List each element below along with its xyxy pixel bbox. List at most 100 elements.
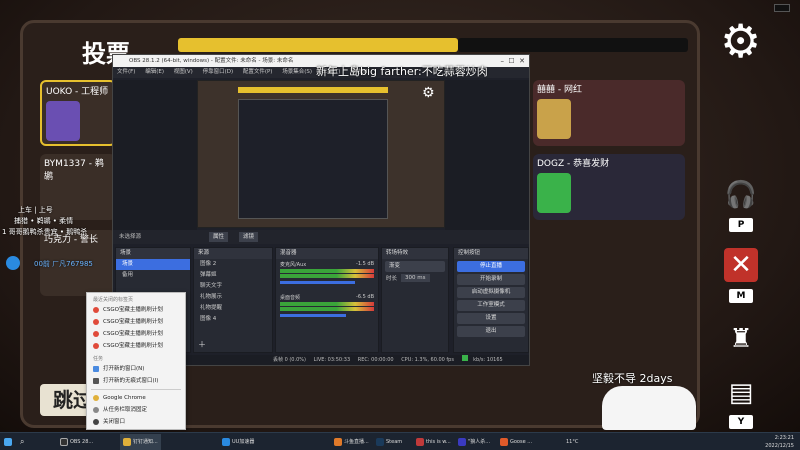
source-item[interactable]: 礼物提醒 — [194, 303, 272, 314]
player-name: 囍囍 - 网红 — [537, 85, 582, 95]
transition-select[interactable]: 渐变 — [385, 261, 445, 272]
source-item[interactable]: 弹幕姬 — [194, 270, 272, 281]
taskbar-item-werewolf[interactable]: "狼人杀... — [458, 434, 490, 450]
vote-timer-track — [458, 38, 688, 52]
volume-meter — [280, 274, 374, 278]
studio-mode-button[interactable]: 工作室模式 — [457, 300, 525, 311]
headphones-icon[interactable]: 🎧 — [724, 178, 758, 212]
vote-timer-bar — [178, 38, 458, 52]
chrome-icon — [123, 438, 131, 446]
preview-gear-icon: ⚙ — [422, 85, 435, 101]
source-add-icon[interactable]: ＋ — [198, 339, 206, 350]
taskbar-item-douyu[interactable]: 斗鱼直播... — [334, 434, 369, 450]
clock[interactable]: 2:23:21 2022/12/15 — [740, 434, 794, 450]
recent-tab-item[interactable]: CSGO宝藏主播刷刷计划 — [87, 340, 185, 352]
source-item[interactable]: 聊天文字 — [194, 281, 272, 292]
preview-right-margin — [445, 80, 529, 230]
filters-button[interactable]: 滤镜 — [239, 232, 259, 242]
start-button[interactable] — [4, 434, 14, 450]
duration-input[interactable]: 300 ms — [401, 274, 430, 282]
weather-widget[interactable]: 11°C — [566, 434, 578, 450]
virtual-camera-button[interactable]: 启动虚拟摄像机 — [457, 287, 525, 298]
obs-icon — [60, 438, 68, 446]
fullscreen-icon[interactable] — [774, 4, 790, 12]
properties-button[interactable]: 属性 — [209, 232, 229, 242]
mixer-dock: 混音器 麦克风/Aux -1.5 dB 桌面音频 -6.5 dB — [275, 247, 379, 353]
steam-icon — [376, 438, 384, 446]
key-hint: Y — [729, 415, 753, 429]
sources-dock: 来源 图像 2 弹幕姬 聊天文字 礼物展示 礼物提醒 图像 4 ＋ — [193, 247, 273, 353]
source-item[interactable]: 礼物展示 — [194, 292, 272, 303]
taskbar-item-chrome[interactable]: 钉钉通知... — [120, 434, 161, 450]
new-window-item[interactable]: 打开新的窗口(N) — [87, 363, 185, 375]
recent-tab-item[interactable]: CSGO宝藏主播刷刷计划 — [87, 328, 185, 340]
player-avatar — [46, 101, 80, 141]
transitions-dock: 转场特效 渐变 时长 300 ms — [381, 247, 449, 353]
no-source-label: 未选择源 — [119, 234, 142, 240]
volume-meter — [280, 269, 374, 273]
goose-icon — [500, 438, 508, 446]
taskbar-item-game[interactable]: this is w... — [416, 434, 451, 450]
window-controls[interactable]: – ☐ ✕ — [483, 55, 529, 67]
player-card[interactable]: UOKO - 工程师 — [40, 80, 116, 146]
source-item[interactable]: 图像 2 — [194, 259, 272, 270]
rec-time: REC: 00:00:00 — [357, 357, 394, 363]
report-icon[interactable]: ♜ — [724, 322, 758, 356]
danmaku-message: 00前 ㄏ凡767985 — [34, 260, 93, 268]
scenes-title: 场景 — [116, 248, 190, 259]
volume-slider[interactable] — [280, 314, 346, 317]
menu-file[interactable]: 文件(F) — [117, 69, 135, 75]
exit-button[interactable]: 退出 — [457, 326, 525, 337]
mixer-channel-name: 麦克风/Aux — [280, 262, 307, 268]
gear-icon[interactable]: ⚙ — [720, 18, 761, 64]
windows-icon — [4, 438, 12, 446]
mixer-channel-name: 桌面音频 — [280, 295, 301, 301]
start-recording-button[interactable]: 开始录制 — [457, 274, 525, 285]
taskbar-jumplist: 最近关闭的标签页 CSGO宝藏主播刷刷计划 CSGO宝藏主播刷刷计划 CSGO宝… — [86, 292, 186, 430]
status-indicator — [461, 355, 468, 361]
recent-tab-item[interactable]: CSGO宝藏主播刷刷计划 — [87, 316, 185, 328]
transitions-title: 转场特效 — [382, 248, 448, 259]
obs-preview[interactable]: ⚙ — [197, 80, 445, 228]
taskbar-item-steam[interactable]: Steam — [376, 434, 402, 450]
player-card[interactable]: DOGZ - 恭喜发财 — [533, 154, 685, 220]
taskbar-item-obs[interactable]: OBS 28... — [60, 434, 93, 450]
live-time: LIVE: 03:50:33 — [313, 357, 351, 363]
dropped-frames: 丢帧 0 (0.0%) — [273, 357, 306, 363]
settings-button[interactable]: 设置 — [457, 313, 525, 324]
clock-time: 2:23:21 — [774, 435, 794, 441]
danmaku-message: 捕猎 • 鹈鹕 • 柔情 — [14, 217, 74, 225]
chat-icon[interactable]: ▤ — [724, 376, 758, 410]
preview-bar — [238, 87, 388, 93]
volume-slider[interactable] — [280, 281, 356, 284]
scene-item[interactable]: 备用 — [116, 270, 190, 281]
chrome-app-item[interactable]: Google Chrome — [87, 392, 185, 404]
controls-title: 控制按钮 — [454, 248, 528, 259]
new-incognito-item[interactable]: 打开新的无痕式窗口(I) — [87, 375, 185, 387]
close-window-item[interactable]: 关闭窗口 — [87, 416, 185, 428]
preview-nested-window — [238, 99, 388, 219]
search-icon[interactable]: ⌕ — [20, 434, 24, 450]
player-name: BYM1337 - 鹈鹕 — [44, 159, 104, 182]
menu-edit[interactable]: 编辑(E) — [145, 69, 164, 75]
live-badge-icon — [6, 256, 20, 270]
game-icon — [416, 438, 424, 446]
unpin-item[interactable]: 从任务栏取消固定 — [87, 404, 185, 416]
mic-muted-icon[interactable]: ✕ — [724, 248, 758, 282]
player-card[interactable]: 囍囍 - 网红 — [533, 80, 685, 146]
scene-item[interactable]: 场景 — [116, 259, 190, 270]
taskbar-item-uu[interactable]: UU加速器 — [222, 434, 254, 450]
cpu-usage: CPU: 1.3%, 60.00 fps — [401, 357, 454, 363]
mixer-channel-db: -1.5 dB — [356, 261, 374, 267]
taskbar-item-goose[interactable]: Goose ... — [500, 434, 532, 450]
stop-streaming-button[interactable]: 停止直播 — [457, 261, 525, 272]
source-item[interactable]: 图像 4 — [194, 314, 272, 325]
mixer-channel-db: -6.5 dB — [356, 294, 374, 300]
menu-scene-collection[interactable]: 场景集合(S) — [282, 69, 312, 75]
chrome-icon — [93, 343, 99, 349]
menu-view[interactable]: 视图(V) — [174, 69, 193, 75]
chrome-icon — [93, 395, 99, 401]
menu-docks[interactable]: 停靠窗口(D) — [203, 69, 234, 75]
recent-tab-item[interactable]: CSGO宝藏主播刷刷计划 — [87, 304, 185, 316]
menu-profile[interactable]: 配置文件(P) — [243, 69, 273, 75]
